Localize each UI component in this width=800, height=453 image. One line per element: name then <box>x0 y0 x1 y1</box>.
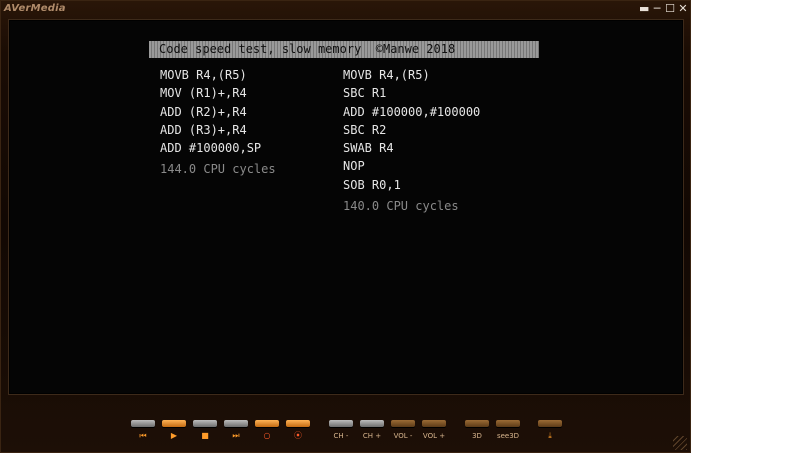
restore-icon[interactable]: ─ <box>652 3 662 14</box>
volume-up-label: VOL + <box>422 432 446 440</box>
maximize-icon[interactable]: ☐ <box>665 3 675 14</box>
code-line: NOP <box>343 159 365 174</box>
play-button[interactable]: ▶ <box>162 420 186 448</box>
snapshot-button[interactable]: ⦿ <box>286 420 310 448</box>
next-button[interactable]: ⏭ <box>224 420 248 448</box>
close-icon[interactable]: ✕ <box>678 3 688 14</box>
code-line: SOB R0,1 <box>343 177 401 192</box>
cycle-count-left: 144.0 CPU cycles <box>160 162 276 177</box>
control-bar: ⏮ ▶ ■ ⏭ ○ ⦿ CH - CH + VOL - VOL + 3D see… <box>0 396 691 453</box>
code-line: ADD #100000,#100000 <box>343 104 481 119</box>
code-line: MOV (R1)+,R4 <box>160 86 247 101</box>
download-button[interactable]: ⤓ <box>538 420 562 448</box>
see3d-button[interactable]: see3D <box>496 420 520 448</box>
stop-button[interactable]: ■ <box>193 420 217 448</box>
app-brand: AVerMedia <box>4 3 66 14</box>
volume-up-button[interactable]: VOL + <box>422 420 446 448</box>
record-button[interactable]: ○ <box>255 420 279 448</box>
cycle-count-right: 140.0 CPU cycles <box>343 199 459 214</box>
prev-button[interactable]: ⏮ <box>131 420 155 448</box>
stop-icon: ■ <box>201 431 209 440</box>
minimize-icon[interactable]: ▬ <box>639 3 649 14</box>
screen-banner: Code speed test, slow memory ©Manwe 2018 <box>149 41 539 58</box>
see3d-label: see3D <box>496 432 520 440</box>
code-line: MOVB R4,(R5) <box>160 68 247 82</box>
download-icon: ⤓ <box>548 431 552 440</box>
code-line: SBC R2 <box>343 122 387 137</box>
code-line: MOVB R4,(R5) <box>343 68 430 82</box>
right-code-block: MOVB R4,(R5) SBC R1 ADD #100000,#100000 … <box>343 66 480 215</box>
play-icon: ▶ <box>170 431 178 440</box>
code-line: ADD (R2)+,R4 <box>160 104 247 119</box>
code-line: ADD (R3)+,R4 <box>160 122 247 137</box>
left-code-block: MOVB R4,(R5) MOV (R1)+,R4 ADD (R2)+,R4 A… <box>160 66 276 179</box>
title-bar[interactable]: AVerMedia ▬ ─ ☐ ✕ <box>0 0 691 18</box>
record-icon: ○ <box>263 431 271 440</box>
code-line: SBC R1 <box>343 86 387 101</box>
prev-icon: ⏮ <box>139 431 147 440</box>
avermedia-player-window: AVerMedia ▬ ─ ☐ ✕ Code speed test, slow … <box>0 0 691 453</box>
code-line: SWAB R4 <box>343 141 394 156</box>
next-icon: ⏭ <box>232 431 240 440</box>
code-line: ADD #100000,SP <box>160 141 262 156</box>
resize-grip-icon[interactable] <box>673 436 687 450</box>
snapshot-icon: ⦿ <box>294 431 302 440</box>
